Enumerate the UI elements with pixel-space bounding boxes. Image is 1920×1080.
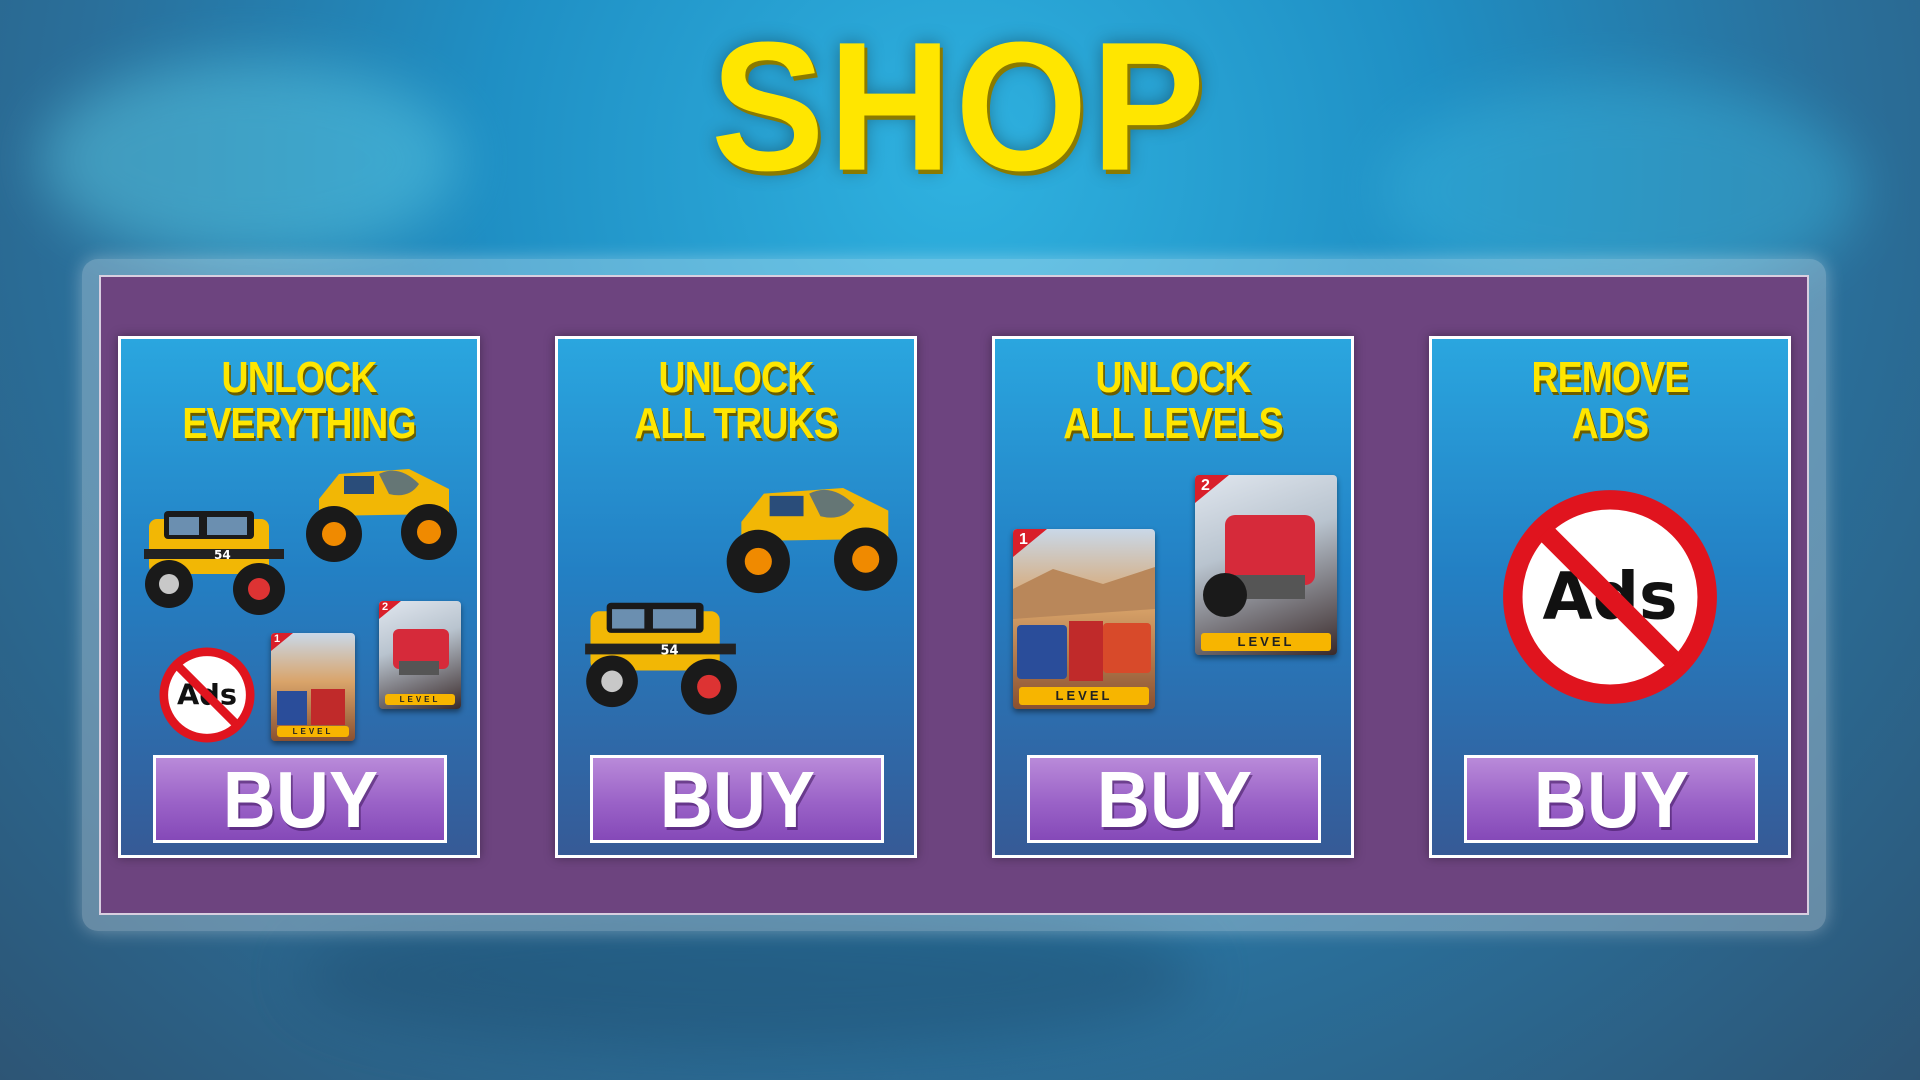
- shop-title: SHOP: [711, 4, 1209, 210]
- card-unlock-all-levels: UNLOCK ALL LEVELS 1 LEVEL 2 LEVEL BUY: [992, 336, 1354, 858]
- card-title: UNLOCK EVERYTHING: [148, 355, 451, 447]
- buy-all-levels-button[interactable]: BUY: [1027, 755, 1321, 843]
- level-number: 1: [274, 633, 281, 645]
- card-unlock-everything: UNLOCK EVERYTHING 54 Ads 1 LEVEL: [118, 336, 480, 858]
- buy-label: BUY: [1533, 755, 1689, 844]
- buy-all-trucks-button[interactable]: BUY: [590, 755, 884, 843]
- buy-remove-ads-button[interactable]: BUY: [1464, 755, 1758, 843]
- jeep-truck-icon: 54: [585, 602, 737, 715]
- card-title-line2: ALL LEVELS: [1063, 399, 1283, 448]
- level-number: 2: [1201, 477, 1210, 494]
- level-2-thumbnail: 2 LEVEL: [1195, 475, 1337, 655]
- no-ads-icon: Ads: [1503, 490, 1717, 704]
- level-label: LEVEL: [385, 694, 455, 705]
- buy-label: BUY: [659, 755, 815, 844]
- card-remove-ads: REMOVE ADS Ads BUY: [1429, 336, 1791, 858]
- svg-text:54: 54: [661, 643, 679, 658]
- card-title-line1: UNLOCK: [658, 353, 815, 402]
- level-1-thumbnail: 1 LEVEL: [271, 633, 355, 741]
- buy-label: BUY: [222, 755, 378, 844]
- svg-text:54: 54: [214, 548, 231, 562]
- level-label: LEVEL: [277, 726, 349, 737]
- buy-everything-button[interactable]: BUY: [153, 755, 447, 843]
- level-2-thumbnail: 2 LEVEL: [379, 601, 461, 709]
- card-title-line1: UNLOCK: [221, 353, 378, 402]
- level-1-thumbnail: 1 LEVEL: [1013, 529, 1155, 709]
- card-title-line1: UNLOCK: [1095, 353, 1252, 402]
- card-title-line2: ADS: [1571, 399, 1649, 448]
- level-number: 2: [382, 601, 389, 613]
- buy-label: BUY: [1096, 755, 1252, 844]
- card-title-line1: REMOVE: [1531, 353, 1689, 402]
- level-number: 1: [1019, 531, 1028, 548]
- level-label: LEVEL: [1201, 633, 1331, 651]
- card-unlock-all-trucks: UNLOCK ALL TRUKS 54 BUY: [555, 336, 917, 858]
- card-title: REMOVE ADS: [1459, 355, 1762, 447]
- monster-truck-icon: [306, 469, 457, 562]
- level-label: LEVEL: [1019, 687, 1149, 705]
- card-title: UNLOCK ALL TRUKS: [585, 355, 888, 447]
- no-ads-icon: Ads: [159, 647, 255, 743]
- card-title-line2: ALL TRUKS: [634, 399, 838, 448]
- card-title: UNLOCK ALL LEVELS: [1022, 355, 1325, 447]
- jeep-truck-icon: 54: [144, 511, 285, 615]
- card-title-line2: EVERYTHING: [182, 399, 416, 448]
